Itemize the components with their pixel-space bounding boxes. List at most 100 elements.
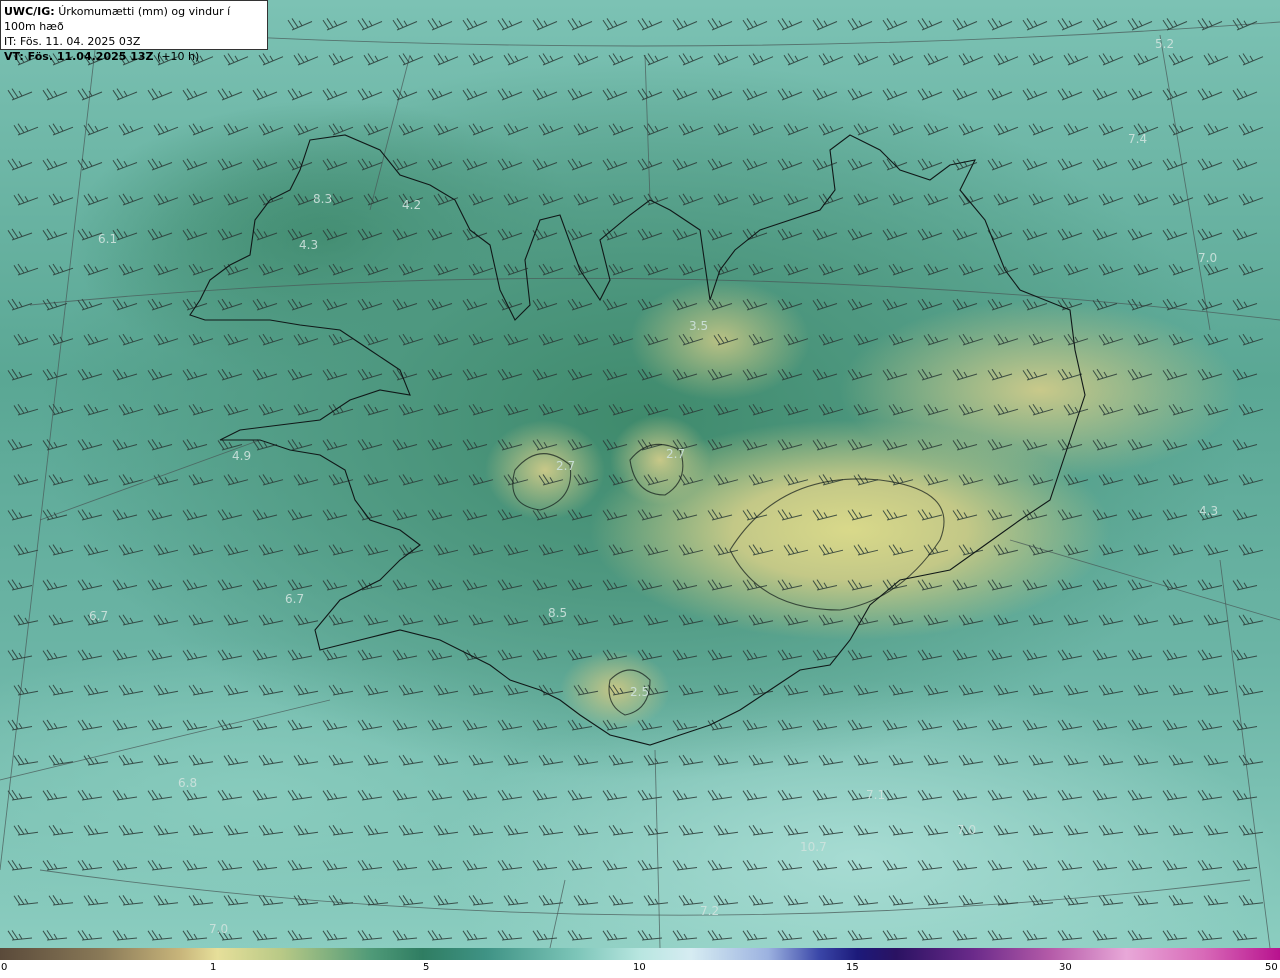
wind-barb: [153, 544, 179, 556]
wind-barb: [777, 789, 803, 801]
wind-barb: [462, 368, 488, 381]
wind-barb: [392, 18, 418, 31]
wind-barb: [672, 930, 698, 941]
wind-barb: [573, 263, 599, 276]
wind-barb: [742, 18, 768, 31]
wind-barb: [678, 474, 704, 486]
wind-barb: [48, 123, 74, 136]
wind-barb: [678, 403, 704, 416]
wind-barb: [818, 123, 844, 136]
wind-barb: [252, 158, 278, 171]
wind-barb: [1133, 263, 1159, 276]
wind-barb: [7, 649, 33, 661]
wind-barb: [1022, 509, 1048, 521]
wind-barb: [1197, 789, 1223, 801]
wind-barb: [643, 824, 669, 836]
value-label: 3.5: [689, 319, 708, 333]
wind-barb: [987, 158, 1013, 171]
wind-barb: [637, 88, 663, 101]
value-label: 4.9: [232, 449, 251, 463]
wind-barb: [398, 684, 424, 696]
wind-barb: [882, 228, 908, 241]
wind-barb: [1127, 18, 1153, 31]
wind-barb: [608, 53, 634, 66]
wind-barb: [83, 333, 109, 346]
wind-barb: [853, 403, 879, 416]
wind-barb: [118, 754, 144, 766]
wind-barb: [532, 719, 558, 731]
colorbar-tick: 1: [210, 962, 217, 973]
wind-barb: [287, 509, 313, 521]
wind-barb: [567, 368, 593, 381]
wind-barb: [497, 930, 523, 941]
wind-barb: [742, 158, 768, 171]
wind-barb: [182, 930, 208, 941]
wind-barb: [1203, 403, 1229, 416]
wind-barb: [713, 824, 739, 836]
wind-barb: [1092, 859, 1118, 871]
wind-barb: [567, 18, 593, 31]
wind-barb: [322, 439, 348, 451]
wind-barb: [147, 158, 173, 171]
wind-barb: [1028, 263, 1054, 276]
wind-barb: [363, 53, 389, 66]
wind-barb: [538, 53, 564, 66]
wind-barb: [847, 719, 873, 731]
wind-barb: [678, 53, 704, 66]
wind-barb: [1098, 474, 1124, 486]
wind-barb: [1197, 18, 1223, 31]
wind-barb: [322, 368, 348, 381]
wind-barb: [1057, 368, 1083, 381]
wind-barb: [1057, 158, 1083, 171]
wind-barb: [812, 579, 838, 591]
wind-barb: [1022, 298, 1048, 311]
wind-barb: [783, 53, 809, 66]
wind-barb: [713, 544, 739, 556]
wind-barb: [287, 859, 313, 871]
wind-barb: [1168, 403, 1194, 416]
wind-barb: [13, 403, 39, 416]
valid-time-line: VT: Fös. 11.04.2025 13Z (+10 h): [4, 49, 264, 64]
wind-barb: [153, 193, 179, 206]
wind-barb: [1197, 439, 1223, 451]
wind-barb: [748, 263, 774, 276]
map-layers: 5.2 7.4 7.0 4.3 8.3 4.2 4.3 6.1 3.5 4.9 …: [0, 18, 1280, 948]
wind-barb: [182, 509, 208, 521]
wind-barb: [678, 824, 704, 836]
wind-barb: [1063, 544, 1089, 556]
wind-barb: [1057, 298, 1083, 311]
wind-barb: [958, 474, 984, 486]
wind-barb: [112, 789, 138, 801]
wind-barb: [392, 439, 418, 451]
wind-barb: [398, 895, 424, 906]
wind-barb: [888, 824, 914, 836]
wind-barb: [637, 158, 663, 171]
wind-barb: [392, 509, 418, 521]
wind-barb: [497, 228, 523, 241]
wind-barb: [287, 789, 313, 801]
wind-barb: [357, 158, 383, 171]
wind-barb: [7, 509, 33, 521]
value-labels: 5.2 7.4 7.0 4.3 8.3 4.2 4.3 6.1 3.5 4.9 …: [89, 37, 1218, 936]
wind-barb: [917, 789, 943, 801]
wind-barb: [952, 509, 978, 521]
wind-barb: [77, 930, 103, 941]
wind-barb: [713, 53, 739, 66]
wind-barb: [1057, 579, 1083, 591]
wind-barb: [993, 123, 1019, 136]
wind-barb: [328, 614, 354, 626]
wind-barb: [987, 228, 1013, 241]
wind-barb: [188, 824, 214, 836]
wind-barb: [223, 403, 249, 416]
wind-barb: [713, 614, 739, 626]
wind-barb: [118, 895, 144, 906]
wind-barb: [707, 298, 733, 311]
wind-barb: [188, 895, 214, 906]
wind-barb: [637, 228, 663, 241]
wind-barb: [777, 18, 803, 31]
wind-barb: [888, 193, 914, 206]
wind-barb: [118, 123, 144, 136]
wind-barb: [1133, 474, 1159, 486]
wind-barb: [77, 789, 103, 801]
wind-barb: [497, 158, 523, 171]
